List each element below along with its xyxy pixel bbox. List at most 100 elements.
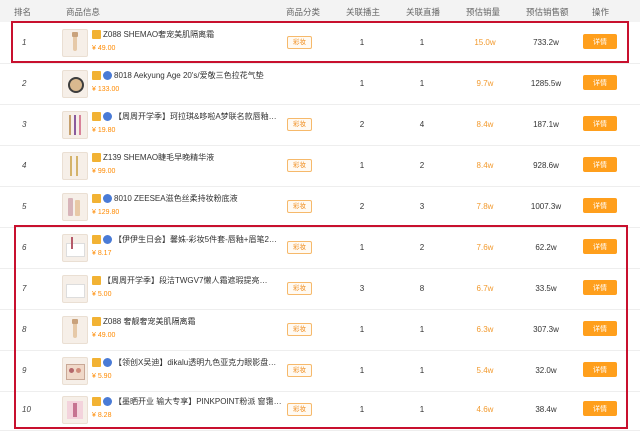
product-image[interactable] (62, 396, 88, 424)
host-count: 1 (359, 38, 365, 47)
detail-button[interactable]: 详情 (583, 401, 617, 416)
product-title[interactable]: 【周周开学季】段洁TWGV7懒人霜遮瑕提亮素颜霜 (103, 275, 273, 286)
product-title[interactable]: 【周周开学季】珂拉琪&哆啦A梦联名款唇釉泡… (114, 111, 284, 122)
est-amount: 62.2w (535, 243, 557, 252)
product-title[interactable]: Z139 SHEMAO睫毛早晚精华液 (103, 152, 273, 163)
live-count: 3 (419, 202, 425, 211)
live-count: 4 (419, 120, 425, 129)
category-badge: 彩妆 (287, 36, 312, 49)
product-title[interactable]: 8018 Aekyung Age 20's/爱敬三色拉花气垫 (114, 70, 284, 81)
pin-tag-icon (92, 317, 101, 326)
est-sales: 4.6w (476, 405, 494, 414)
product-image[interactable] (62, 111, 88, 139)
detail-button[interactable]: 详情 (583, 75, 617, 90)
category-badge: 彩妆 (287, 200, 312, 213)
table-row: 4 Z139 SHEMAO睫毛早晚精华液 ¥ 99.00 彩妆 1 2 8.4w… (0, 145, 640, 187)
product-image[interactable] (62, 275, 88, 303)
detail-button[interactable]: 详情 (583, 321, 617, 336)
category-badge: 彩妆 (287, 118, 312, 131)
header-hosts: 关联播主 (346, 7, 381, 17)
table-row: 9 【领创X吴迪】dikalu透明九色亚克力眼影盘线光… ¥ 5.90 彩妆 1… (0, 350, 640, 392)
est-sales: 7.8w (476, 202, 494, 211)
category-badge: 彩妆 (287, 241, 312, 254)
store-tag-icon (103, 397, 112, 406)
detail-button[interactable]: 详情 (583, 157, 617, 172)
live-count: 1 (419, 79, 425, 88)
live-count: 1 (419, 405, 425, 414)
est-amount: 187.1w (533, 120, 559, 129)
est-sales: 6.3w (476, 325, 494, 334)
product-price: ¥ 133.00 (92, 86, 120, 93)
category-badge: 彩妆 (287, 403, 312, 416)
est-amount: 928.6w (533, 161, 559, 170)
pin-tag-icon (92, 235, 101, 244)
live-count: 1 (419, 325, 425, 334)
product-image[interactable] (62, 152, 88, 180)
rank-number: 7 (22, 284, 27, 293)
detail-button[interactable]: 详情 (583, 362, 617, 377)
product-image[interactable] (62, 357, 88, 385)
est-amount: 32.0w (535, 366, 557, 375)
product-price: ¥ 49.00 (92, 332, 116, 339)
product-title[interactable]: 【领创X吴迪】dikalu透明九色亚克力眼影盘线光… (114, 357, 284, 368)
rank-number: 6 (22, 243, 27, 252)
header-product: 商品信息 (66, 7, 101, 17)
product-price: ¥ 5.90 (92, 373, 112, 380)
store-tag-icon (103, 194, 112, 203)
product-title[interactable]: 8010 ZEESEA滋色丝柔持妆粉底液 (114, 193, 284, 204)
header-category: 商品分类 (286, 7, 321, 17)
rank-number: 2 (22, 79, 27, 88)
table-row: 2 8018 Aekyung Age 20's/爱敬三色拉花气垫 ¥ 133.0… (0, 63, 640, 105)
header-lives: 关联直播 (406, 7, 441, 17)
rank-number: 10 (22, 405, 31, 414)
header-est-amount: 预估销售额 (526, 7, 569, 17)
est-amount: 33.5w (535, 284, 557, 293)
product-image[interactable] (62, 193, 88, 221)
pin-tag-icon (92, 112, 101, 121)
detail-button[interactable]: 详情 (583, 198, 617, 213)
header-rank: 排名 (14, 7, 32, 17)
host-count: 1 (359, 325, 365, 334)
live-count: 8 (419, 284, 425, 293)
live-count: 1 (419, 366, 425, 375)
detail-button[interactable]: 详情 (583, 280, 617, 295)
table-row: 7 【周周开学季】段洁TWGV7懒人霜遮瑕提亮素颜霜 ¥ 5.00 彩妆 3 8… (0, 268, 640, 310)
product-image[interactable] (62, 234, 88, 262)
host-count: 1 (359, 79, 365, 88)
est-sales: 8.4w (476, 161, 494, 170)
category-badge: 彩妆 (287, 323, 312, 336)
host-count: 1 (359, 405, 365, 414)
rank-number: 8 (22, 325, 27, 334)
product-image[interactable] (62, 316, 88, 344)
pin-tag-icon (92, 397, 101, 406)
live-count: 1 (419, 38, 425, 47)
est-sales: 8.4w (476, 120, 494, 129)
store-tag-icon (103, 112, 112, 121)
product-title[interactable]: 【伊伊生日会】馨姝-彩妆5件套-唇釉+眉笔2支+… (114, 234, 284, 245)
host-count: 1 (359, 243, 365, 252)
header-action: 操作 (592, 7, 610, 17)
table-row: 6 【伊伊生日会】馨姝-彩妆5件套-唇釉+眉笔2支+… ¥ 8.17 彩妆 1 … (0, 227, 640, 269)
est-sales: 5.4w (476, 366, 494, 375)
host-count: 1 (359, 366, 365, 375)
detail-button[interactable]: 详情 (583, 34, 617, 49)
table-row: 8 Z088 奢靓奢宠美肌隔离霜 ¥ 49.00 彩妆 1 1 6.3w 307… (0, 309, 640, 351)
product-title[interactable]: 【墨晒开业 输大专享】PINKPOINT粉派 窗霭沉梦… (114, 396, 284, 407)
ranking-table: 排名 商品信息 商品分类 关联播主 关联直播 预估销量 预估销售额 操作 1 Z… (0, 0, 640, 431)
product-title[interactable]: Z088 SHEMAO奢宠美肌隔离霜 (103, 29, 273, 40)
host-count: 3 (359, 284, 365, 293)
product-title[interactable]: Z088 奢靓奢宠美肌隔离霜 (103, 316, 273, 327)
pin-tag-icon (92, 194, 101, 203)
product-image[interactable] (62, 29, 88, 57)
pin-tag-icon (92, 276, 101, 285)
rank-number: 9 (22, 366, 27, 375)
product-image[interactable] (62, 70, 88, 98)
product-price: ¥ 5.00 (92, 291, 112, 298)
table-row: 5 8010 ZEESEA滋色丝柔持妆粉底液 ¥ 129.80 彩妆 2 3 7… (0, 186, 640, 228)
detail-button[interactable]: 详情 (583, 239, 617, 254)
rank-number: 3 (22, 120, 27, 129)
host-count: 2 (359, 120, 365, 129)
pin-tag-icon (92, 153, 101, 162)
detail-button[interactable]: 详情 (583, 116, 617, 131)
est-sales: 15.0w (474, 38, 496, 47)
